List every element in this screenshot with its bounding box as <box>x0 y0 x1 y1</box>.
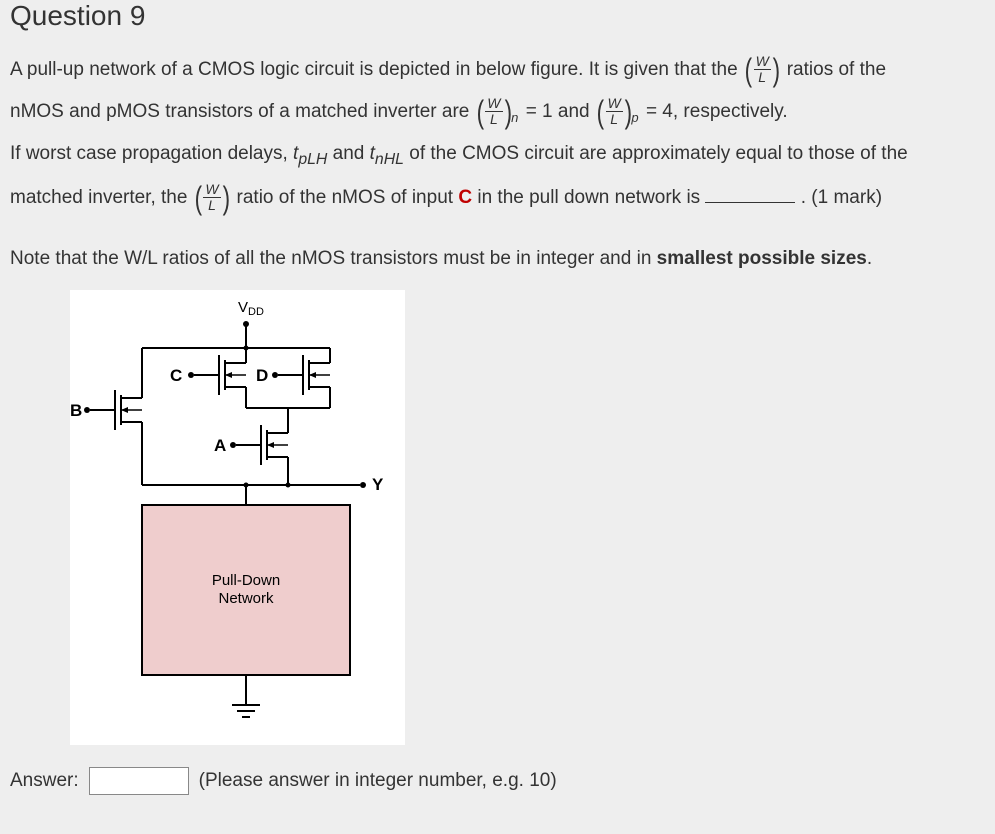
text-segment: in the pull down network is <box>477 187 705 208</box>
fraction-denominator: L <box>756 70 768 85</box>
text-segment: of the CMOS circuit are approximately eq… <box>409 143 907 164</box>
text-segment: If worst case propagation delays, <box>10 143 293 164</box>
label-a: A <box>214 436 226 455</box>
text-segment: matched inverter, the <box>10 187 193 208</box>
text-segment: ratio of the nMOS of input <box>237 187 459 208</box>
pdn-label-1: Pull-Down <box>212 572 280 589</box>
transistor-b: B <box>70 390 142 430</box>
answer-input[interactable] <box>89 767 189 795</box>
transistor-a: A <box>214 425 288 465</box>
answer-label: Answer: <box>10 770 79 792</box>
label-b: B <box>70 401 82 420</box>
subscript-n: n <box>511 104 518 131</box>
label-c: C <box>170 366 182 385</box>
t-plh-sub: pLH <box>298 151 327 168</box>
text-segment: nMOS and pMOS transistors of a matched i… <box>10 101 475 122</box>
answer-blank <box>705 184 795 203</box>
wl-ratio: ( W L ) <box>193 182 232 214</box>
wl-ratio: ( W L ) <box>743 54 782 86</box>
fraction-denominator: L <box>488 112 500 127</box>
fraction-denominator: L <box>608 112 620 127</box>
text-segment: . (1 mark) <box>801 187 882 208</box>
note-segment: Note that the W/L ratios of all the nMOS… <box>10 248 657 269</box>
pdn-label-2: Network <box>218 590 274 607</box>
text-segment: A pull-up network of a CMOS logic circui… <box>10 59 743 80</box>
text-segment: ratios of the <box>787 59 886 80</box>
problem-statement: A pull-up network of a CMOS logic circui… <box>10 50 985 218</box>
circuit-figure: VDD C <box>70 290 405 745</box>
answer-hint: (Please answer in integer number, e.g. 1… <box>199 770 557 792</box>
text-segment: = 1 and <box>526 101 595 122</box>
transistor-d: D <box>256 355 330 395</box>
text-segment: and <box>333 143 370 164</box>
note-bold: smallest possible sizes <box>657 248 867 269</box>
circuit-svg: VDD C <box>70 290 405 745</box>
label-y: Y <box>372 475 384 494</box>
note-text: Note that the W/L ratios of all the nMOS… <box>10 248 985 270</box>
wl-ratio-n: ( W L ) n <box>475 96 521 128</box>
wl-ratio-p: ( W L ) p <box>595 96 641 128</box>
fraction-numerator: W <box>606 96 623 112</box>
t-nhl-sub: nHL <box>375 151 404 168</box>
fraction-numerator: W <box>203 182 220 198</box>
label-d: D <box>256 366 268 385</box>
answer-row: Answer: (Please answer in integer number… <box>10 767 985 795</box>
subscript-p: p <box>631 104 638 131</box>
vdd-label: VDD <box>238 299 264 318</box>
question-title: Question 9 <box>10 0 985 32</box>
input-c-label: C <box>458 187 472 208</box>
fraction-denominator: L <box>206 198 218 213</box>
transistor-c: C <box>170 348 246 395</box>
note-end: . <box>867 248 872 269</box>
fraction-numerator: W <box>754 54 771 70</box>
text-segment: = 4, respectively. <box>646 101 788 122</box>
fraction-numerator: W <box>485 96 502 112</box>
